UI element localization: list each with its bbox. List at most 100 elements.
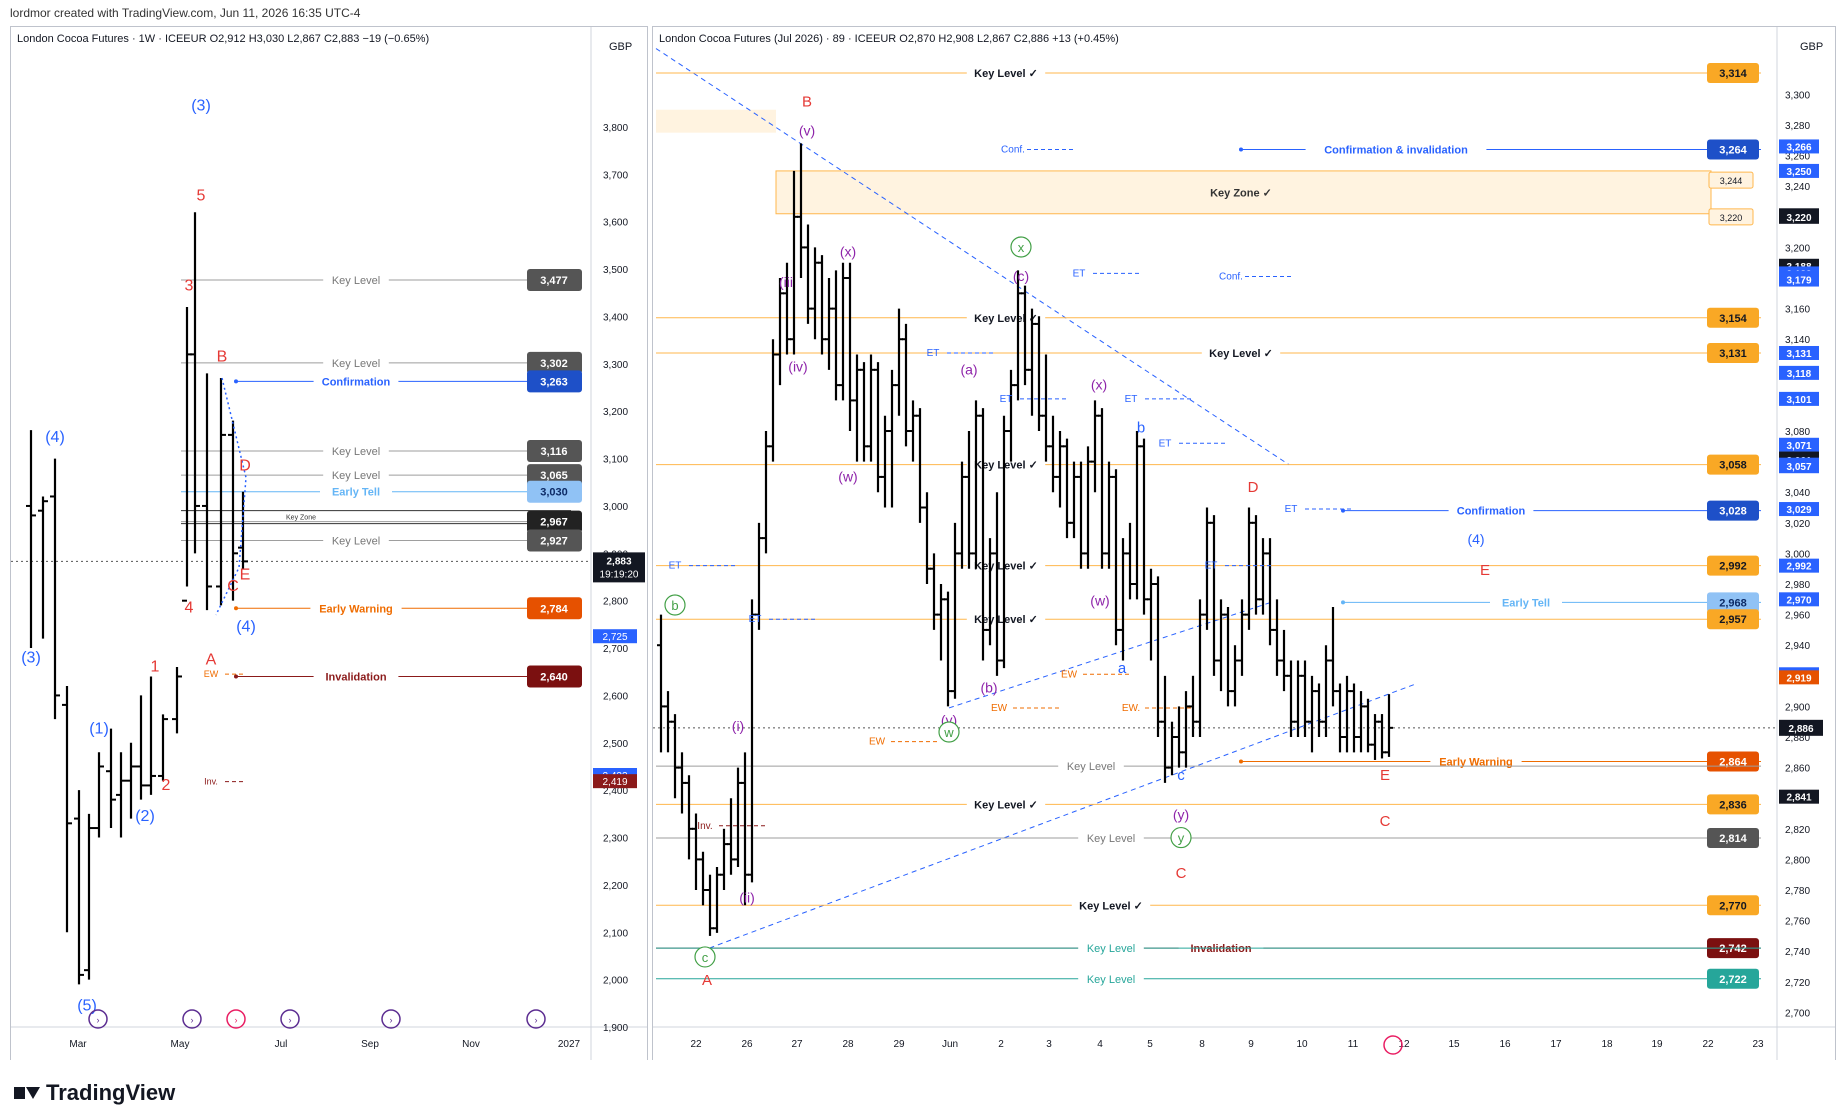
- wave-label: 5: [197, 187, 206, 204]
- axis-price-badge-text: 2,841: [1786, 793, 1811, 804]
- level-price-badge-text: 2,836: [1719, 799, 1747, 811]
- y-tick-label: 2,760: [1785, 917, 1810, 928]
- ascending-trendline: [700, 682, 1418, 952]
- axis-price-badge-text: 3,266: [1786, 142, 1811, 153]
- wave-label: A: [206, 652, 217, 669]
- wave-label: (i): [732, 718, 744, 734]
- circled-wave-label: w: [943, 725, 954, 740]
- tradingview-logo[interactable]: TradingView: [14, 1080, 175, 1106]
- wave-label: (x): [1091, 377, 1107, 393]
- y-tick-label: 2,900: [1785, 702, 1810, 713]
- y-tick-label: 2,740: [1785, 947, 1810, 958]
- y-tick-label: 3,160: [1785, 305, 1810, 316]
- wave-label: C: [1380, 813, 1391, 830]
- wave-label: (w): [1090, 592, 1109, 608]
- wave-label: (4): [1467, 531, 1484, 547]
- wave-label: E: [1380, 767, 1390, 784]
- y-tick-label: 2,700: [603, 644, 628, 655]
- axis-price-badge-text: 3,250: [1786, 167, 1811, 178]
- annotation-label: EW: [869, 737, 886, 748]
- weekly-chart-pane[interactable]: 1,900 2,000 2,100 2,200 2,300 2,400 2,500 2,600…: [10, 26, 648, 1062]
- x-tick-label: 11: [1348, 1039, 1359, 1050]
- axis-price-badge-text: 2,419: [602, 777, 627, 788]
- axis-price-badge-text: 3,071: [1786, 441, 1811, 452]
- wave-label: E: [1480, 562, 1490, 579]
- wave-label: (ii): [739, 889, 755, 905]
- axis-price-badge-text: 2,725: [602, 632, 627, 643]
- wave-label: (3): [21, 649, 41, 666]
- y-tick-label: 2,960: [1785, 611, 1810, 622]
- y-tick-label: 3,300: [603, 360, 628, 371]
- wave-label: C: [1176, 865, 1187, 882]
- wave-label: (b): [980, 680, 997, 696]
- x-tick-label: Nov: [462, 1039, 480, 1050]
- wave-label: 3: [185, 277, 194, 294]
- y-tick-label: 3,500: [603, 265, 628, 276]
- weekly-chart-svg[interactable]: 1,9002,0002,1002,2002,3002,4002,5002,600…: [11, 27, 647, 1061]
- level-price-badge-text: 2,770: [1719, 900, 1747, 912]
- circled-wave-label: b: [671, 598, 678, 613]
- last-price-text: 2,883: [606, 556, 631, 567]
- level-label: Early Warning: [1439, 756, 1513, 768]
- annotation-label: ET: [1159, 438, 1172, 449]
- intraday-chart-pane[interactable]: 2,7002,7202,7402,7602,7802,8002,8202,840…: [652, 26, 1836, 1062]
- y-tick-label: 2,500: [603, 739, 628, 750]
- wave-label: B: [217, 348, 228, 365]
- circled-wave-label: c: [702, 950, 709, 965]
- annotation-label: ET: [1205, 561, 1218, 572]
- level-label: Key Level ✓: [974, 68, 1038, 80]
- x-tick-label: 8: [1199, 1039, 1205, 1050]
- y-tick-label: 3,800: [603, 123, 628, 134]
- level-price-badge-text: 3,065: [540, 470, 568, 482]
- x-tick-label: 10: [1296, 1039, 1308, 1050]
- wave-label: (3): [191, 97, 211, 114]
- level-label: Confirmation: [322, 376, 391, 388]
- annotation-label: ET: [1285, 504, 1298, 515]
- annotation-label: ET: [749, 614, 762, 625]
- level-label: Early Warning: [319, 603, 393, 615]
- level-price-badge-text: 2,722: [1719, 974, 1747, 986]
- wave-label: E: [240, 566, 251, 583]
- bar-countdown-text: 19:19:20: [600, 569, 639, 580]
- wave-label: (iii: [779, 274, 793, 290]
- wave-label: A: [702, 972, 712, 989]
- annotation-label: Conf.: [1001, 144, 1025, 155]
- x-tick-label: 26: [741, 1039, 753, 1050]
- annotation-label: ET: [1125, 394, 1138, 405]
- y-tick-label: 3,300: [1785, 90, 1810, 101]
- y-tick-label: 2,980: [1785, 580, 1810, 591]
- x-tick-label: 18: [1601, 1039, 1613, 1050]
- event-marker-glyph: ›: [235, 1015, 238, 1025]
- annotation-label: ET: [1000, 394, 1013, 405]
- y-tick-label: 2,720: [1785, 978, 1810, 989]
- x-tick-label: 23: [1752, 1039, 1764, 1050]
- x-tick-label: Mar: [69, 1039, 87, 1050]
- x-tick-label: Jun: [942, 1039, 958, 1050]
- axis-price-badge-text: 3,131: [1786, 349, 1811, 360]
- y-tick-label: 3,040: [1785, 488, 1810, 499]
- annotation-label: EW: [204, 669, 219, 679]
- y-tick-label: 2,820: [1785, 825, 1810, 836]
- current-price-text: 2,886: [1788, 724, 1813, 735]
- x-tick-label: Sep: [361, 1039, 379, 1050]
- level-price-badge-text: 2,640: [540, 671, 568, 683]
- y-tick-label: 2,860: [1785, 764, 1810, 775]
- level-price-badge-text: 2,957: [1719, 614, 1747, 626]
- wave-label: 1: [151, 659, 160, 676]
- level-price-badge-text: 3,030: [540, 487, 568, 499]
- axis-price-badge-text: 3,220: [1786, 213, 1811, 224]
- intraday-chart-svg[interactable]: 2,7002,7202,7402,7602,7802,8002,8202,840…: [653, 27, 1835, 1061]
- x-tick-label: 4: [1097, 1039, 1103, 1050]
- x-tick-label: 22: [690, 1039, 702, 1050]
- event-marker-glyph: ›: [390, 1015, 393, 1025]
- level-label: Early Tell: [1502, 597, 1550, 609]
- level-price-badge-text: 3,302: [540, 358, 568, 370]
- level-label: Key Level ✓: [974, 313, 1038, 325]
- x-tick-label: 29: [893, 1039, 905, 1050]
- event-marker-glyph: ›: [191, 1015, 194, 1025]
- y-tick-label: 2,700: [1785, 1008, 1810, 1019]
- level-price-badge-text: 3,116: [541, 446, 568, 458]
- x-tick-label: 22: [1702, 1039, 1714, 1050]
- x-tick-label: 2027: [558, 1039, 581, 1050]
- x-tick-label: 2: [998, 1039, 1004, 1050]
